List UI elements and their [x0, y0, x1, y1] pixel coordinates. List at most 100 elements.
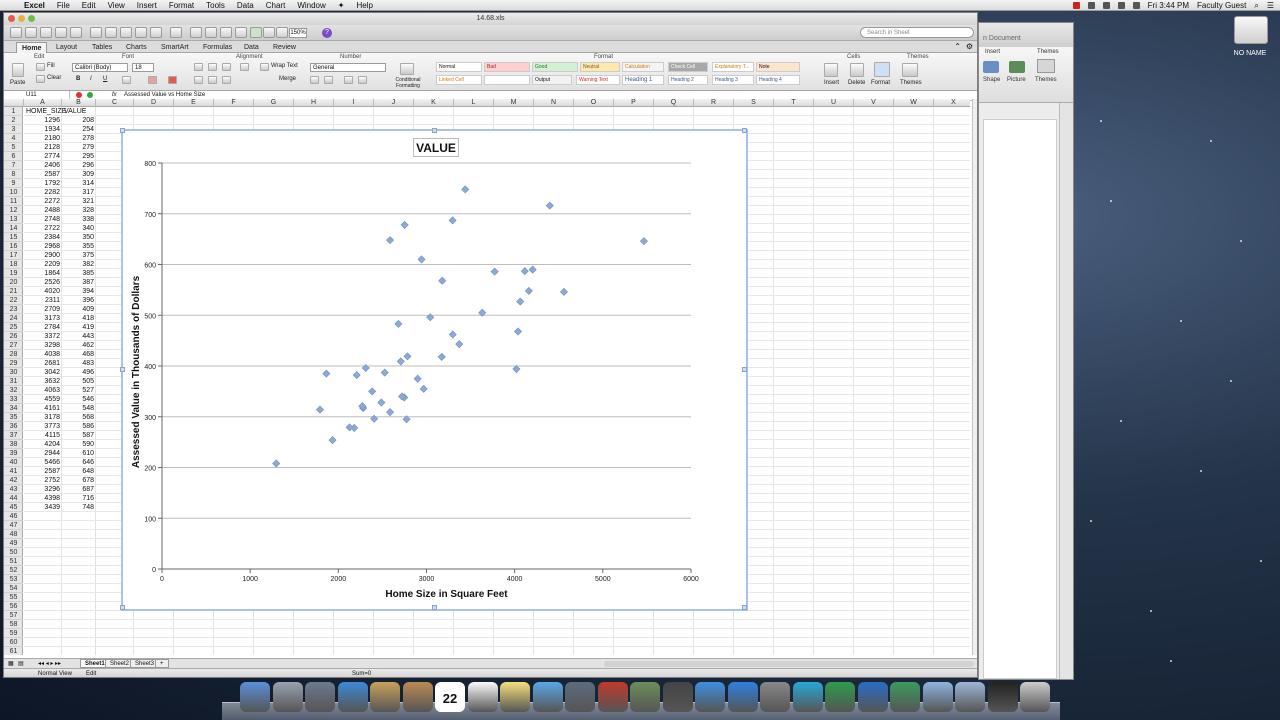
cell-home-size[interactable]: 2774	[26, 152, 60, 161]
cell-home-size[interactable]: 3632	[26, 377, 60, 386]
row-header[interactable]: 3	[4, 125, 23, 134]
row-header[interactable]: 31	[4, 377, 23, 386]
row-header[interactable]: 55	[4, 593, 23, 602]
row-header[interactable]: 47	[4, 521, 23, 530]
cell-home-size[interactable]: 1792	[26, 179, 60, 188]
format-painter-icon[interactable]	[135, 27, 147, 38]
row-header[interactable]: 15	[4, 233, 23, 242]
column-header-f[interactable]: F	[214, 99, 254, 107]
column-header-v[interactable]: V	[854, 99, 894, 107]
cell-value[interactable]: 409	[64, 305, 94, 314]
wrap-text-button[interactable]: Wrap Text	[271, 62, 298, 71]
cell-home-size[interactable]: 2311	[26, 296, 60, 305]
zoom-field[interactable]: 150%	[289, 28, 307, 38]
shape-icon[interactable]	[983, 61, 999, 73]
menu-insert[interactable]: Insert	[131, 0, 163, 11]
row-header[interactable]: 9	[4, 179, 23, 188]
copy-icon[interactable]	[105, 27, 117, 38]
picture-icon[interactable]	[1009, 61, 1025, 73]
normal-view-icon[interactable]: ▦	[8, 660, 14, 667]
cell-home-size[interactable]: 5466	[26, 458, 60, 467]
merge-button[interactable]: Merge	[279, 75, 296, 84]
header-cell-value[interactable]: VALUE	[64, 107, 94, 116]
row-header[interactable]: 22	[4, 296, 23, 305]
column-header-b[interactable]: B	[62, 99, 96, 107]
menu-script-icon[interactable]: ✦	[332, 0, 351, 11]
column-header-j[interactable]: J	[374, 99, 414, 107]
cell-value[interactable]: 296	[64, 161, 94, 170]
spotlight-icon[interactable]: ⌕	[1254, 0, 1258, 11]
row-header[interactable]: 2	[4, 116, 23, 125]
cell-home-size[interactable]: 3773	[26, 422, 60, 431]
cell-value[interactable]: 396	[64, 296, 94, 305]
cell-value[interactable]: 483	[64, 359, 94, 368]
cell-value[interactable]: 610	[64, 449, 94, 458]
cell-home-size[interactable]: 4204	[26, 440, 60, 449]
column-header-i[interactable]: I	[334, 99, 374, 107]
cell-home-size[interactable]: 2709	[26, 305, 60, 314]
themes-icon[interactable]	[1037, 59, 1055, 73]
select-all-corner[interactable]	[4, 99, 24, 107]
enter-formula-icon[interactable]	[87, 92, 93, 98]
contacts-icon[interactable]	[402, 682, 433, 712]
fill-button[interactable]: Fill	[47, 62, 55, 71]
cell-value[interactable]: 716	[64, 494, 94, 503]
cell-value[interactable]: 468	[64, 350, 94, 359]
bluetooth-icon[interactable]	[1102, 2, 1110, 9]
percent-icon[interactable]	[324, 76, 333, 84]
delete-cells-button[interactable]: Delete	[848, 79, 865, 88]
paste-button-icon[interactable]	[12, 63, 24, 77]
style-warning-text[interactable]: Warning Text	[576, 75, 620, 85]
row-header[interactable]: 37	[4, 431, 23, 440]
menu-chart[interactable]: Chart	[260, 0, 292, 11]
stickies-icon[interactable]	[500, 682, 530, 712]
row-header[interactable]: 36	[4, 422, 23, 431]
cell-home-size[interactable]: 1296	[26, 116, 60, 125]
font-name-select[interactable]: Calibri (Body)	[72, 63, 128, 72]
cell-value[interactable]: 295	[64, 152, 94, 161]
menu-help[interactable]: Help	[350, 0, 378, 11]
camera-icon[interactable]	[662, 682, 693, 712]
column-header-n[interactable]: N	[534, 99, 574, 107]
redo-icon[interactable]	[170, 27, 182, 38]
cell-home-size[interactable]: 1934	[26, 125, 60, 134]
row-header[interactable]: 18	[4, 260, 23, 269]
row-header[interactable]: 28	[4, 350, 23, 359]
word-page[interactable]	[983, 119, 1057, 679]
indent-icon[interactable]	[240, 63, 249, 71]
cell-home-size[interactable]: 3042	[26, 368, 60, 377]
row-header[interactable]: 5	[4, 143, 23, 152]
cell-home-size[interactable]: 2784	[26, 323, 60, 332]
column-header-u[interactable]: U	[814, 99, 854, 107]
finder-icon[interactable]	[240, 682, 270, 712]
cell-value[interactable]: 418	[64, 314, 94, 323]
screen-icon[interactable]	[987, 682, 1018, 712]
cell-home-size[interactable]: 4559	[26, 395, 60, 404]
row-header[interactable]: 59	[4, 629, 23, 638]
row-header[interactable]: 35	[4, 413, 23, 422]
tab-review[interactable]: Review	[273, 42, 296, 53]
page-layout-icon[interactable]: ▤	[18, 660, 24, 667]
row-header[interactable]: 39	[4, 449, 23, 458]
cell-value[interactable]: 462	[64, 341, 94, 350]
cell-home-size[interactable]: 3298	[26, 341, 60, 350]
chart-resize-handle[interactable]	[742, 128, 747, 133]
cell-home-size[interactable]: 2900	[26, 251, 60, 260]
chart-resize-handle[interactable]	[742, 605, 747, 610]
wifi-icon[interactable]	[1117, 2, 1125, 9]
numbers-icon[interactable]	[890, 682, 920, 712]
row-header[interactable]: 46	[4, 512, 23, 521]
cell-home-size[interactable]: 2587	[26, 467, 60, 476]
number-format-select[interactable]: General	[310, 63, 386, 72]
menu-window[interactable]: Window	[291, 0, 331, 11]
row-header[interactable]: 60	[4, 638, 23, 647]
format-cells-button[interactable]: Format	[871, 79, 890, 88]
cell-value[interactable]: 309	[64, 170, 94, 179]
underline-button[interactable]: U	[103, 75, 107, 84]
borders-icon[interactable]	[122, 76, 131, 84]
cell-value[interactable]: 546	[64, 395, 94, 404]
row-header[interactable]: 6	[4, 152, 23, 161]
tab-tables[interactable]: Tables	[92, 42, 112, 53]
column-header-h[interactable]: H	[294, 99, 334, 107]
cell-home-size[interactable]: 3296	[26, 485, 60, 494]
